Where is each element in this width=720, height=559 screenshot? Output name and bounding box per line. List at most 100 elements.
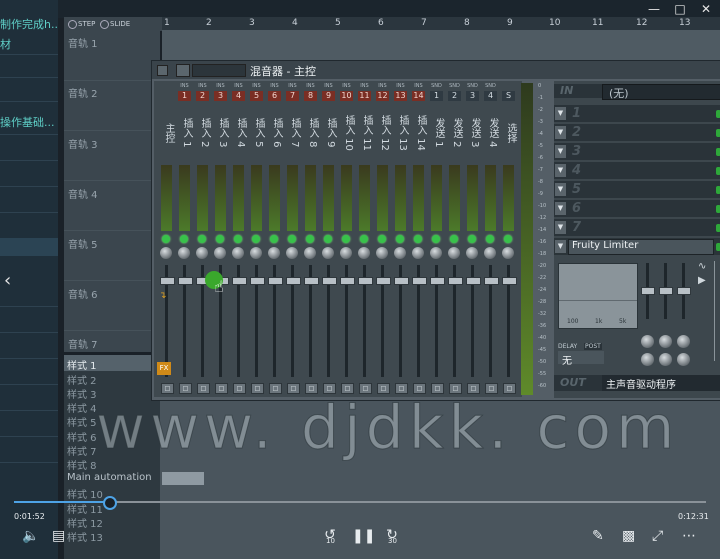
slot-menu-icon[interactable]: ▼ [555,202,566,215]
slot-menu-icon[interactable]: ▼ [555,145,566,158]
strip-enable-led[interactable] [270,235,278,243]
strip-pan-knob[interactable] [178,247,190,259]
strip-route-button[interactable]: □ [341,383,354,394]
sidebar-selected-item[interactable] [0,238,58,256]
pattern-item[interactable]: 样式 5 [67,414,97,429]
volume-icon[interactable]: 🔈 [22,528,39,544]
strip-enable-led[interactable] [198,235,206,243]
strip-route-button[interactable]: □ [233,383,246,394]
strip-volume-fader[interactable] [286,277,301,285]
strip-route-button[interactable]: □ [395,383,408,394]
eq-knob[interactable] [641,335,654,348]
strip-number[interactable]: 8 [304,91,317,101]
strip-number[interactable]: 13 [394,91,407,101]
pen-icon[interactable]: ✎ [592,528,604,544]
minimize-icon[interactable]: — [640,0,668,18]
track-label[interactable]: 音轨 4 [68,186,98,201]
progress-thumb[interactable] [102,496,117,510]
pattern-item[interactable]: 样式 10 [67,486,103,501]
slot-menu-icon[interactable]: ▼ [555,183,566,196]
slot-menu-icon[interactable]: ▼ [555,221,566,234]
eq-knob[interactable] [659,353,672,366]
pattern-item[interactable]: 样式 1 [67,357,97,372]
track-label[interactable]: 音轨 5 [68,236,98,251]
slot-menu-icon[interactable]: ▼ [555,240,566,253]
slot-enable-led[interactable] [716,167,720,175]
strip-route-button[interactable]: □ [431,383,444,394]
strip-route-button[interactable]: □ [305,383,318,394]
eq-knob[interactable] [677,353,690,366]
strip-pan-knob[interactable] [358,247,370,259]
slot-menu-icon[interactable]: ▼ [555,164,566,177]
strip-route-button[interactable]: □ [413,383,426,394]
subtitles-icon[interactable]: ▤ [52,528,65,544]
miniplayer-icon[interactable]: ▩ [622,528,635,544]
strip-volume-fader[interactable] [430,277,445,285]
strip-number[interactable]: 1 [430,91,443,101]
pattern-item[interactable]: 样式 13 [67,529,103,544]
strip-volume-fader[interactable] [484,277,499,285]
strip-enable-led[interactable] [450,235,458,243]
pattern-item[interactable]: 样式 6 [67,429,97,444]
eq-high-fader[interactable] [677,287,691,295]
strip-pan-knob[interactable] [484,247,496,259]
strip-pan-knob[interactable] [268,247,280,259]
pattern-item[interactable]: Main automation [67,472,152,483]
track-label[interactable]: 音轨 3 [68,136,98,151]
fx-slot-5[interactable]: ▼ 5 [554,181,720,198]
strip-pan-knob[interactable] [250,247,262,259]
close-icon[interactable]: ✕ [692,0,720,18]
track-label[interactable]: 音轨 6 [68,286,98,301]
strip-enable-led[interactable] [288,235,296,243]
strip-pan-knob[interactable] [232,247,244,259]
maximize-icon[interactable]: □ [666,0,694,18]
slot-menu-icon[interactable]: ▼ [555,107,566,120]
mixer-preset-field[interactable] [192,64,246,77]
slot-enable-led[interactable] [716,186,720,194]
strip-pan-knob[interactable] [466,247,478,259]
strip-pan-knob[interactable] [214,247,226,259]
strip-route-button[interactable]: □ [287,383,300,394]
strip-enable-led[interactable] [216,235,224,243]
track-label[interactable]: 音轨 1 [68,35,98,50]
strip-route-button[interactable]: □ [485,383,498,394]
strip-enable-led[interactable] [378,235,386,243]
pattern-item[interactable]: 样式 8 [67,457,97,472]
strip-volume-fader[interactable] [502,277,517,285]
fullscreen-icon[interactable]: ⤢ [652,528,663,544]
sidebar-item-3[interactable]: 操作基础... [0,114,58,130]
strip-number[interactable]: 7 [286,91,299,101]
eq-knob[interactable] [677,335,690,348]
slot-enable-led[interactable] [716,205,720,213]
timeline-ruler[interactable]: 1 2 3 4 5 6 7 8 9 10 11 12 13 [162,17,720,31]
eq-knob[interactable] [641,353,654,366]
strip-pan-knob[interactable] [502,247,514,259]
strip-route-button[interactable]: □ [503,383,516,394]
strip-number[interactable]: 12 [376,91,389,101]
eq-low-fader[interactable] [641,287,655,295]
strip-route-button[interactable]: □ [323,383,336,394]
in-select[interactable]: (无) [602,84,720,100]
strip-number[interactable]: 10 [340,91,353,101]
strip-enable-led[interactable] [306,235,314,243]
strip-route-button[interactable]: □ [269,383,282,394]
strip-volume-fader[interactable] [358,277,373,285]
strip-number[interactable]: 3 [214,91,227,101]
strip-pan-knob[interactable] [160,247,172,259]
slot-enable-led[interactable] [716,243,720,251]
strip-enable-led[interactable] [324,235,332,243]
eq-knob[interactable] [659,335,672,348]
fx-slot-6[interactable]: ▼ 6 [554,200,720,217]
slot-enable-led[interactable] [716,224,720,232]
slot-enable-led[interactable] [716,110,720,118]
strip-number[interactable]: 3 [466,91,479,101]
pattern-item[interactable]: 样式 7 [67,443,97,458]
fx-button[interactable]: FX [157,362,171,375]
strip-pan-knob[interactable] [322,247,334,259]
expand-icon[interactable]: ▶ [698,275,712,289]
eq-graph[interactable]: 100 1k 5k [558,263,638,329]
track-label[interactable]: 音轨 7 [68,336,98,351]
strip-number[interactable]: 11 [358,91,371,101]
fx-slot-8[interactable]: ▼ Fruity Limiter [554,238,720,255]
strip-route-button[interactable]: □ [197,383,210,394]
